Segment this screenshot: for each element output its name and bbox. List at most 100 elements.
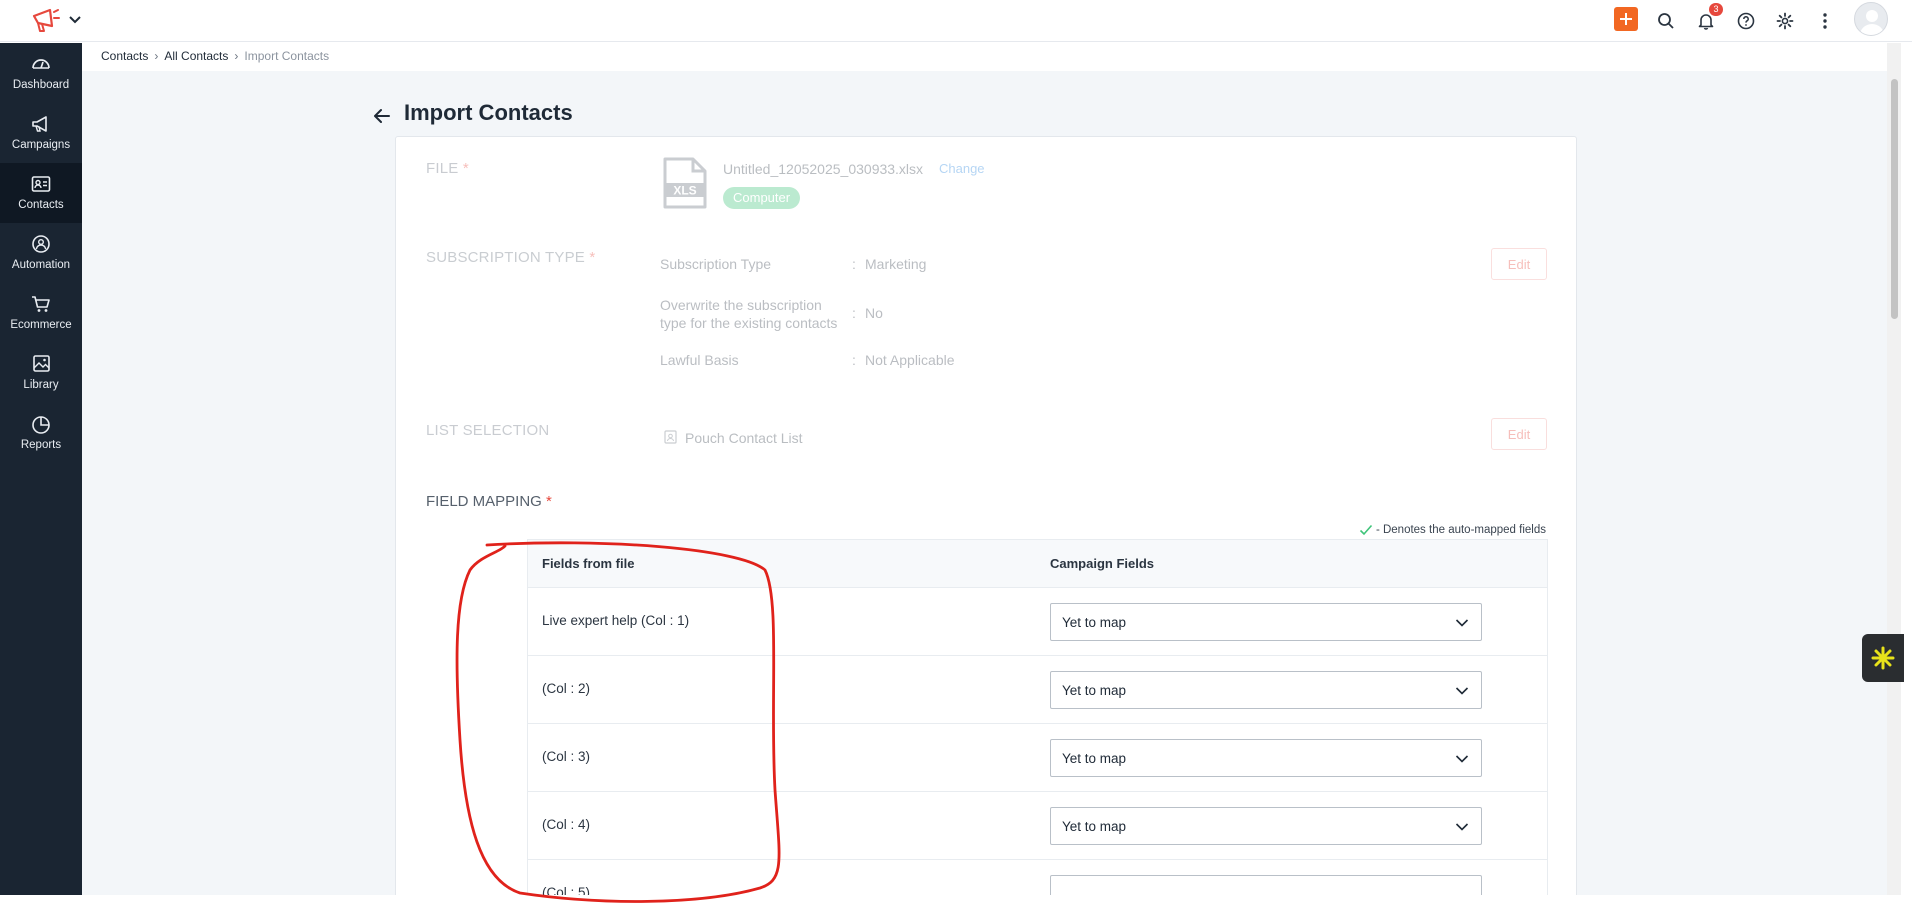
lawful-basis-key: Lawful Basis bbox=[660, 352, 739, 368]
list-name: Pouch Contact List bbox=[685, 430, 803, 446]
automation-icon bbox=[32, 235, 50, 253]
change-file-link[interactable]: Change bbox=[939, 161, 985, 176]
sidebar-item-campaigns[interactable]: Campaigns bbox=[0, 103, 82, 163]
header-campaign-fields: Campaign Fields bbox=[1050, 556, 1155, 571]
subscription-label-text: SUBSCRIPTION TYPE bbox=[426, 249, 585, 266]
field-mapping-label: FIELD MAPPING * bbox=[426, 493, 552, 510]
scrollbar-thumb[interactable] bbox=[1891, 79, 1898, 319]
help-button[interactable] bbox=[1733, 8, 1759, 34]
notification-count-badge: 3 bbox=[1709, 3, 1723, 16]
megaphone-icon bbox=[32, 116, 47, 132]
campaign-field-select[interactable]: Yet to map bbox=[1050, 807, 1482, 845]
pie-chart-icon bbox=[32, 416, 50, 434]
table-row: (Col : 2) Yet to map bbox=[528, 655, 1547, 723]
table-row: Live expert help (Col : 1) Yet to map bbox=[528, 587, 1547, 655]
sidebar-item-label: Campaigns bbox=[11, 139, 71, 151]
auto-mapped-note: - Denotes the auto-mapped fields bbox=[1359, 524, 1546, 536]
cart-icon bbox=[32, 296, 50, 312]
main-content: Contacts › All Contacts › Import Contact… bbox=[82, 43, 1887, 895]
help-icon bbox=[1737, 12, 1755, 30]
chevron-down-icon bbox=[1455, 687, 1469, 695]
kebab-menu-icon bbox=[1823, 13, 1827, 29]
lawful-basis-value: Not Applicable bbox=[865, 352, 955, 368]
list-section-label: LIST SELECTION bbox=[426, 422, 550, 439]
search-icon bbox=[1658, 13, 1674, 29]
field-mapping-table: Fields from file Campaign Fields Live ex… bbox=[527, 539, 1548, 895]
select-value: Yet to map bbox=[1062, 683, 1127, 698]
subscription-section-label: SUBSCRIPTION TYPE * bbox=[426, 249, 596, 266]
checkmark-icon bbox=[1359, 524, 1373, 536]
notifications-button[interactable]: 3 bbox=[1693, 3, 1723, 34]
more-options-button[interactable] bbox=[1812, 8, 1838, 34]
select-value: Yet to map bbox=[1062, 819, 1127, 834]
sidebar-item-library[interactable]: Library bbox=[0, 343, 82, 403]
breadcrumb-bar bbox=[82, 43, 1887, 71]
field-mapping-label-text: FIELD MAPPING bbox=[426, 493, 542, 510]
bottom-strip bbox=[0, 895, 1912, 914]
avatar[interactable] bbox=[1854, 2, 1888, 36]
sidebar-item-reports[interactable]: Reports bbox=[0, 403, 82, 463]
settings-button[interactable] bbox=[1772, 8, 1798, 34]
plus-icon bbox=[1620, 13, 1632, 25]
sidebar-item-label: Contacts bbox=[18, 199, 64, 211]
sidebar: Dashboard Campaigns Contacts Automation … bbox=[0, 43, 82, 914]
page-scrollbar[interactable] bbox=[1887, 43, 1901, 895]
select-value: Yet to map bbox=[1062, 751, 1127, 766]
search-button[interactable] bbox=[1653, 8, 1679, 34]
kv-colon: : bbox=[852, 352, 856, 368]
file-field-name: (Col : 3) bbox=[542, 749, 591, 764]
select-value: Yet to map bbox=[1062, 615, 1127, 630]
chevron-down-icon bbox=[1455, 823, 1469, 831]
subscription-type-value: Marketing bbox=[865, 256, 927, 272]
assistant-widget-button[interactable] bbox=[1862, 634, 1904, 682]
sidebar-item-contacts[interactable]: Contacts bbox=[0, 163, 82, 223]
breadcrumb-import-contacts: Import Contacts bbox=[244, 49, 330, 63]
sidebar-item-ecommerce[interactable]: Ecommerce bbox=[0, 283, 82, 343]
chevron-down-icon[interactable] bbox=[68, 12, 82, 26]
subscription-type-key: Subscription Type bbox=[660, 256, 772, 272]
edit-list-button[interactable]: Edit bbox=[1491, 418, 1547, 450]
sidebar-item-label: Library bbox=[23, 379, 59, 391]
chevron-right-icon: › bbox=[154, 49, 159, 63]
sparkle-icon bbox=[1871, 646, 1895, 670]
page-title: Import Contacts bbox=[404, 100, 573, 125]
sidebar-item-automation[interactable]: Automation bbox=[0, 223, 82, 283]
campaign-field-select[interactable]: Yet to map bbox=[1050, 603, 1482, 641]
file-type-label: XLS bbox=[673, 184, 696, 198]
user-icon bbox=[1860, 10, 1884, 35]
xls-file-icon: XLS bbox=[663, 157, 707, 209]
megaphone-logo-icon[interactable] bbox=[30, 6, 60, 34]
table-row: (Col : 3) Yet to map bbox=[528, 723, 1547, 791]
campaign-field-select[interactable] bbox=[1050, 875, 1482, 895]
file-field-name: (Col : 5) bbox=[542, 885, 591, 895]
file-field-name: (Col : 2) bbox=[542, 681, 591, 696]
back-arrow-icon[interactable] bbox=[371, 105, 393, 127]
table-row: (Col : 5) bbox=[528, 859, 1547, 895]
chevron-down-icon bbox=[1455, 755, 1469, 763]
chevron-down-icon bbox=[1455, 619, 1469, 627]
file-field-name: Live expert help (Col : 1) bbox=[542, 613, 690, 628]
kv-colon: : bbox=[852, 305, 856, 321]
image-icon bbox=[33, 355, 50, 372]
contact-card-icon bbox=[31, 176, 51, 192]
breadcrumb-contacts[interactable]: Contacts bbox=[101, 49, 148, 63]
table-header: Fields from file Campaign Fields bbox=[528, 540, 1547, 587]
breadcrumb: Contacts › All Contacts › Import Contact… bbox=[101, 49, 329, 63]
campaign-field-select[interactable]: Yet to map bbox=[1050, 739, 1482, 777]
file-label-text: FILE bbox=[426, 160, 459, 177]
import-card: FILE * XLS Untitled_12052025_030933.xlsx… bbox=[395, 136, 1577, 895]
sidebar-item-label: Ecommerce bbox=[10, 319, 72, 331]
sidebar-item-label: Reports bbox=[20, 439, 62, 451]
dashboard-icon bbox=[32, 59, 50, 69]
file-section-label: FILE * bbox=[426, 160, 469, 177]
sidebar-item-label: Dashboard bbox=[12, 79, 70, 91]
breadcrumb-all-contacts[interactable]: All Contacts bbox=[164, 49, 228, 63]
add-button[interactable] bbox=[1614, 7, 1638, 31]
campaign-field-select[interactable]: Yet to map bbox=[1050, 671, 1482, 709]
sidebar-item-label: Automation bbox=[11, 259, 71, 271]
file-field-name: (Col : 4) bbox=[542, 817, 591, 832]
sidebar-item-dashboard[interactable]: Dashboard bbox=[0, 43, 82, 103]
chevron-right-icon: › bbox=[234, 49, 239, 63]
file-name: Untitled_12052025_030933.xlsx bbox=[723, 161, 924, 177]
edit-subscription-button[interactable]: Edit bbox=[1491, 248, 1547, 280]
